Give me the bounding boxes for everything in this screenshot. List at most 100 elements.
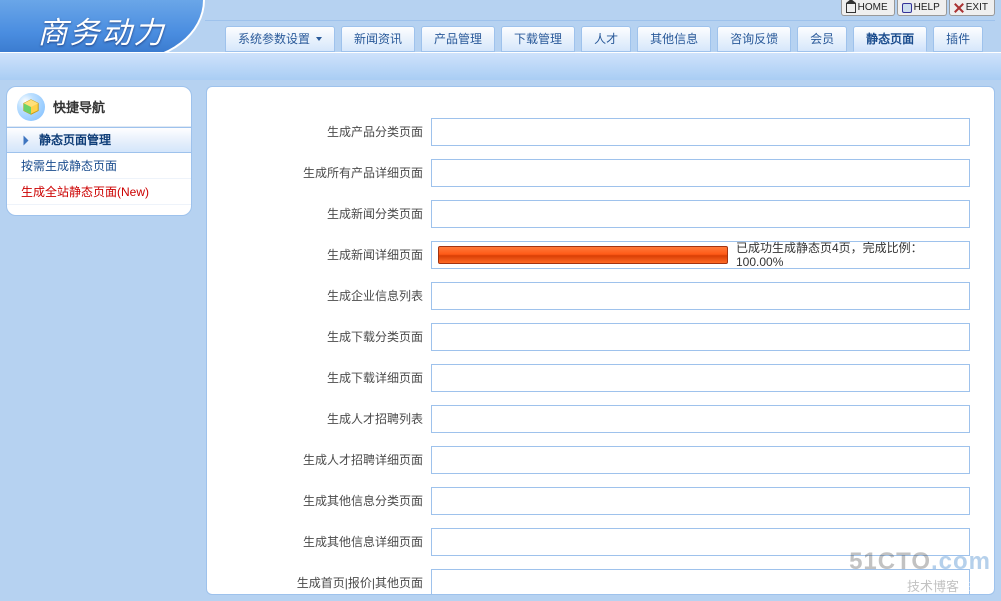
gen-row-label: 生成新闻分类页面 <box>231 193 431 234</box>
gen-row-label: 生成首页|报价|其他页面 <box>231 562 431 594</box>
gen-row-8: 生成人才招聘详细页面 <box>231 439 970 480</box>
util-buttons: HOME HELP EXIT <box>841 0 995 18</box>
tab-7[interactable]: 会员 <box>797 26 847 52</box>
sidebar-pad <box>7 205 191 215</box>
gen-row-label: 生成产品分类页面 <box>231 111 431 152</box>
sidebar-item-label: 按需生成静态页面 <box>21 153 117 179</box>
sidebar-item-2[interactable]: 生成全站静态页面(New) <box>7 179 191 205</box>
gen-row-label: 生成下载分类页面 <box>231 316 431 357</box>
sidebar-item-label: 静态页面管理 <box>39 127 111 153</box>
home-icon <box>846 3 856 13</box>
gen-row-field[interactable] <box>431 569 970 595</box>
gen-row-label: 生成企业信息列表 <box>231 275 431 316</box>
gen-row-4: 生成企业信息列表 <box>231 275 970 316</box>
exit-button[interactable]: EXIT <box>949 0 995 16</box>
gen-row-field[interactable] <box>431 487 970 515</box>
gen-row-field[interactable] <box>431 118 970 146</box>
gen-row-field-cell <box>431 439 970 480</box>
gen-row-field-cell <box>431 480 970 521</box>
tab-label: 人才 <box>594 27 618 51</box>
tab-label: 咨询反馈 <box>730 27 778 51</box>
gen-row-label: 生成其他信息分类页面 <box>231 480 431 521</box>
gen-row-11: 生成首页|报价|其他页面 <box>231 562 970 594</box>
gen-row-field[interactable] <box>431 323 970 351</box>
tab-8[interactable]: 静态页面 <box>853 26 927 52</box>
progress-bar <box>438 246 728 264</box>
gen-row-7: 生成人才招聘列表 <box>231 398 970 439</box>
tab-label: 系统参数设置 <box>238 27 310 51</box>
help-button[interactable]: HELP <box>897 0 947 16</box>
gen-row-label: 生成其他信息详细页面 <box>231 521 431 562</box>
main-tabs: 系统参数设置 新闻资讯 产品管理 下载管理 人才 其他信息 咨询反馈 会员 静态页面 插件 <box>205 20 995 52</box>
gen-row-2: 生成新闻分类页面 <box>231 193 970 234</box>
tab-9[interactable]: 插件 <box>933 26 983 52</box>
gen-row-field[interactable] <box>431 405 970 433</box>
quicknav-icon <box>17 93 45 121</box>
tab-1[interactable]: 新闻资讯 <box>341 26 415 52</box>
gen-row-label: 生成新闻详细页面 <box>231 234 431 275</box>
gen-row-label: 生成下载详细页面 <box>231 357 431 398</box>
app-title: 商务动力 <box>38 8 166 52</box>
home-label: HOME <box>858 1 888 15</box>
main-scroll[interactable]: 生成产品分类页面生成所有产品详细页面生成新闻分类页面生成新闻详细页面 已成功生成静… <box>207 87 994 594</box>
exit-icon <box>954 3 964 13</box>
gen-row-3: 生成新闻详细页面 已成功生成静态页4页，完成比例：100.00% <box>231 234 970 275</box>
gen-row-field-cell <box>431 193 970 234</box>
gen-row-label: 生成所有产品详细页面 <box>231 152 431 193</box>
tab-5[interactable]: 其他信息 <box>637 26 711 52</box>
tab-label: 产品管理 <box>434 27 482 51</box>
gen-row-field[interactable] <box>431 200 970 228</box>
gen-row-field[interactable] <box>431 364 970 392</box>
sidebar-item-1[interactable]: 按需生成静态页面 <box>7 153 191 179</box>
tab-label: 新闻资讯 <box>354 27 402 51</box>
gen-row-6: 生成下载详细页面 <box>231 357 970 398</box>
gen-row-5: 生成下载分类页面 <box>231 316 970 357</box>
gen-row-9: 生成其他信息分类页面 <box>231 480 970 521</box>
gen-row-label: 生成人才招聘列表 <box>231 398 431 439</box>
gen-row-field[interactable] <box>431 528 970 556</box>
tab-3[interactable]: 下载管理 <box>501 26 575 52</box>
gen-row-field-cell <box>431 275 970 316</box>
gen-row-field-cell <box>431 357 970 398</box>
gen-row-field[interactable] <box>431 446 970 474</box>
gen-row-10: 生成其他信息详细页面 <box>231 521 970 562</box>
tab-label: 插件 <box>946 27 970 51</box>
sidebar-item-label: 生成全站静态页面(New) <box>21 179 149 205</box>
tab-2[interactable]: 产品管理 <box>421 26 495 52</box>
tab-label: 静态页面 <box>866 27 914 51</box>
sidebar-item-0[interactable]: 静态页面管理 <box>7 127 191 153</box>
gen-row-field-cell <box>431 316 970 357</box>
gen-row-field[interactable] <box>431 282 970 310</box>
sidebar-items: 静态页面管理按需生成静态页面生成全站静态页面(New) <box>7 127 191 205</box>
gen-row-field-cell <box>431 562 970 594</box>
tab-4[interactable]: 人才 <box>581 26 631 52</box>
tab-label: 会员 <box>810 27 834 51</box>
chevron-right-icon <box>21 138 33 143</box>
sidebar-header: 快捷导航 <box>7 87 191 127</box>
gen-row-field[interactable] <box>431 159 970 187</box>
exit-label: EXIT <box>966 1 988 15</box>
tab-0[interactable]: 系统参数设置 <box>225 26 335 52</box>
gen-row-field[interactable]: 已成功生成静态页4页，完成比例：100.00% <box>431 241 970 269</box>
menu-bar-bg <box>0 52 1001 80</box>
generate-table: 生成产品分类页面生成所有产品详细页面生成新闻分类页面生成新闻详细页面 已成功生成静… <box>231 111 970 594</box>
gen-row-label: 生成人才招聘详细页面 <box>231 439 431 480</box>
gen-row-field-cell <box>431 521 970 562</box>
gen-row-field-cell <box>431 111 970 152</box>
tab-label: 其他信息 <box>650 27 698 51</box>
gen-row-1: 生成所有产品详细页面 <box>231 152 970 193</box>
home-button[interactable]: HOME <box>841 0 895 16</box>
gen-row-field-cell <box>431 398 970 439</box>
help-label: HELP <box>914 1 940 15</box>
chevron-down-icon <box>316 37 322 41</box>
tab-label: 下载管理 <box>514 27 562 51</box>
gen-row-field-cell: 已成功生成静态页4页，完成比例：100.00% <box>431 234 970 275</box>
progress-status: 已成功生成静态页4页，完成比例：100.00% <box>736 241 963 269</box>
sidebar: 快捷导航 静态页面管理按需生成静态页面生成全站静态页面(New) <box>6 86 192 216</box>
tab-6[interactable]: 咨询反馈 <box>717 26 791 52</box>
gen-row-0: 生成产品分类页面 <box>231 111 970 152</box>
topbar: HOME HELP EXIT 商务动力 系统参数设置 新闻资讯 产品管理 下载管理 人才… <box>0 0 1001 80</box>
gen-row-field-cell <box>431 152 970 193</box>
sidebar-title: 快捷导航 <box>53 97 105 116</box>
help-icon <box>902 3 912 13</box>
